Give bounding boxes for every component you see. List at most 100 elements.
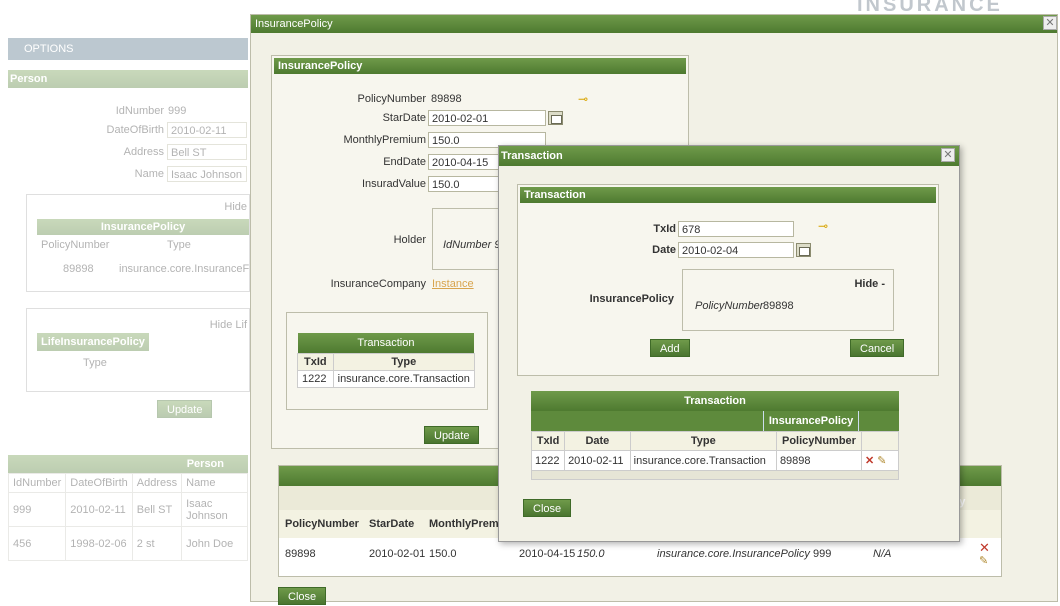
cancel-button[interactable]: Cancel (850, 339, 905, 357)
insured-value-label: InsuradValue (361, 178, 426, 190)
transaction-window: Transaction ✕ Transaction TxId 678 ⊸ Dat… (498, 145, 960, 542)
ip-tx-col: Type (332, 353, 475, 371)
ip-tx-box: Transaction TxId Type 1222 insurance.cor… (286, 312, 488, 410)
bg-address-label: Address (123, 146, 164, 158)
cell: Isaac Johnson (181, 492, 248, 527)
tx-panel-header: Transaction (520, 187, 936, 203)
start-date-field[interactable]: 2010-02-01 (428, 110, 546, 126)
cell: N/A (873, 548, 892, 560)
tx-col: PolicyNumber (775, 431, 863, 451)
key-icon: ⊸ (818, 219, 829, 233)
bg-ip-col1: PolicyNumber (41, 239, 110, 251)
date-label: Date (652, 244, 676, 256)
person-header-label: Person (8, 70, 248, 88)
bg-person-table: IdNumber DateOfBirth Address Name 999 20… (7, 473, 248, 561)
bg-dob-label: DateOfBirth (106, 124, 164, 136)
calendar-icon[interactable] (548, 111, 563, 125)
tx-col-actions (861, 431, 899, 451)
date-field[interactable]: 2010-02-04 (678, 242, 794, 258)
cell: 150.0 (429, 548, 457, 560)
person-header: Person (8, 70, 248, 88)
cell: 2010-02-11 (65, 492, 133, 527)
cell: 89898 (775, 450, 863, 471)
ip-tx-table: Transaction TxId Type 1222 insurance.cor… (297, 333, 475, 388)
calendar-icon[interactable] (796, 243, 811, 257)
cell: Bell ST (131, 492, 183, 527)
ip-window-titlebar[interactable]: InsurancePolicy (251, 15, 1057, 33)
bg-person-col: Name (181, 473, 248, 493)
tx-ip-inner-label: PolicyNumber (695, 300, 764, 312)
bg-idnumber-value: 999 (168, 105, 187, 117)
hide-link[interactable]: Hide - (854, 278, 885, 290)
cell: 456 (7, 526, 67, 561)
company-link[interactable]: Instance (432, 278, 474, 290)
tx-grid: TxId Date Type PolicyNumber 1222 2010-02… (530, 431, 899, 471)
add-button[interactable]: Add (650, 339, 690, 357)
key-icon: ⊸ (578, 92, 589, 106)
holder-inner: IdNumber 9 (443, 239, 501, 251)
table-row[interactable]: 1222 insurance.core.Transaction (297, 370, 475, 388)
tx-window-titlebar[interactable]: Transaction (499, 146, 959, 166)
bg-person-col: DateOfBirth (65, 473, 133, 493)
table-row[interactable]: 456 1998-02-06 2 st John Doe (7, 526, 248, 561)
cell: 2010-02-11 (564, 450, 631, 471)
cell: insurance.core.Transaction (332, 370, 475, 388)
bg-ip-row-num: 89898 (63, 263, 94, 275)
bg-dob-field[interactable]: 2010-02-11 (167, 122, 247, 138)
cell: 89898 (285, 548, 316, 560)
ip-tx-header: Transaction (297, 333, 475, 354)
cell: 1998-02-06 (65, 526, 133, 561)
cell: 1222 (297, 370, 334, 388)
table-row[interactable]: 89898 2010-02-01 150.0 2010-04-15 150.0 … (279, 538, 1001, 568)
cell: 999 (813, 548, 832, 560)
bg-ip-box: Hide InsurancePolicy PolicyNumber Type 8… (26, 194, 250, 292)
options-bar[interactable]: OPTIONS (8, 38, 248, 60)
table-row[interactable]: 999 2010-02-11 Bell ST Isaac Johnson (7, 492, 248, 527)
tx-panel: Transaction TxId 678 ⊸ Date 2010-02-04 I… (517, 184, 939, 376)
edit-icon[interactable]: ✎ (877, 455, 886, 467)
ip-list-col: StarDate (369, 518, 415, 530)
tx-table-footer (531, 471, 899, 480)
bg-ip-row-type: insurance.core.InsuranceF (119, 263, 250, 275)
tx-table-subheader-row: InsurancePolicy (531, 411, 899, 431)
company-label: InsuranceCompany (330, 278, 426, 290)
cell: 150.0 (577, 548, 605, 560)
tx-window-title: Transaction (501, 150, 563, 162)
cell: 2 st (131, 526, 183, 561)
bg-update-button[interactable]: Update (157, 400, 213, 418)
edit-icon[interactable]: ✎ (979, 554, 988, 567)
bg-life-header: LifeInsurancePolicy (37, 333, 149, 351)
ip-list-col: MonthlyPremiu (429, 518, 509, 530)
bg-ip-col2: Type (167, 239, 191, 251)
bg-address-field[interactable]: Bell ST (167, 144, 247, 160)
policy-number-label: PolicyNumber (357, 93, 426, 105)
cell: 2010-02-01 (369, 548, 426, 560)
holder-label: Holder (393, 234, 426, 246)
tx-ip-inner-value: 89898 (763, 300, 794, 312)
policy-number-value: 89898 (431, 93, 462, 105)
table-row[interactable]: 1222 2010-02-11 insurance.core.Transacti… (530, 450, 899, 471)
tx-table: Transaction InsurancePolicy TxId Date Ty… (530, 391, 899, 480)
bg-life-box: Hide Lif LifeInsurancePolicy Type (26, 308, 250, 392)
bg-hide-life-label[interactable]: Hide Lif (210, 319, 247, 331)
bg-name-field[interactable]: Isaac Johnson (167, 166, 247, 182)
cell: John Doe (181, 526, 248, 561)
close-icon[interactable]: ✕ (1043, 16, 1057, 30)
close-icon[interactable]: ✕ (941, 148, 955, 162)
start-date-label: StarDate (382, 112, 426, 124)
tx-col: Date (564, 431, 631, 451)
tx-ip-box: Hide - PolicyNumber 89898 (682, 269, 894, 331)
monthly-premium-label: MonthlyPremium (343, 134, 426, 146)
cell: insurance.core.InsurancePolicy (657, 548, 810, 560)
ip-panel-header: InsurancePolicy (274, 58, 686, 74)
tx-close-button[interactable]: Close (523, 499, 572, 517)
ip-close-button[interactable]: Close (278, 587, 327, 605)
end-date-label: EndDate (383, 156, 426, 168)
delete-icon[interactable]: ✕ (865, 455, 874, 467)
txid-field[interactable]: 678 (678, 221, 794, 237)
ip-update-button[interactable]: Update (424, 426, 480, 444)
tx-ip-label: InsurancePolicy (589, 293, 674, 305)
cell: insurance.core.Transaction (629, 450, 777, 471)
tx-table-header: Transaction (531, 391, 899, 411)
bg-hide-label[interactable]: Hide (224, 201, 247, 213)
